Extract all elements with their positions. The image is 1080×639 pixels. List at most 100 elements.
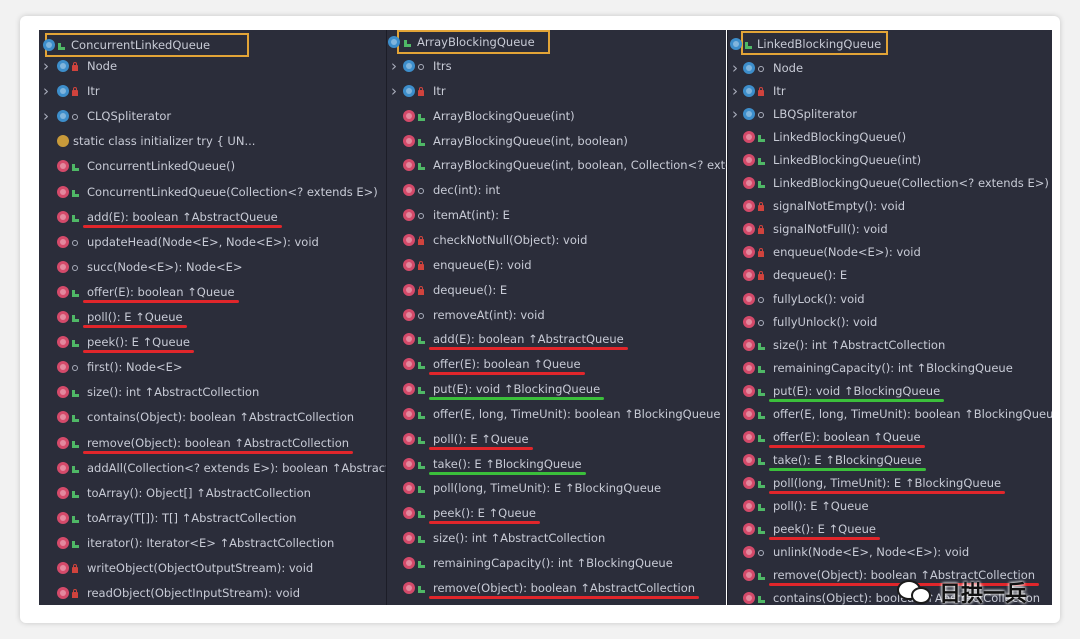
member-row[interactable]: poll(long, TimeUnit): E ↑BlockingQueue bbox=[387, 479, 726, 497]
expand-chevron-icon[interactable]: › bbox=[732, 59, 742, 77]
member-row[interactable]: size(): int ↑AbstractCollection bbox=[39, 383, 386, 401]
member-row[interactable]: dequeue(): E bbox=[387, 281, 726, 299]
member-row[interactable]: signalNotFull(): void bbox=[728, 220, 1052, 238]
method-icon bbox=[743, 292, 755, 305]
member-row[interactable]: offer(E, long, TimeUnit): boolean ↑Block… bbox=[387, 405, 726, 423]
member-row[interactable]: put(E): void ↑BlockingQueue bbox=[728, 382, 1052, 400]
member-row[interactable]: › Node bbox=[728, 59, 1052, 77]
member-row[interactable]: first(): Node<E> bbox=[39, 358, 386, 376]
member-row[interactable]: › Itrs bbox=[387, 57, 726, 75]
member-row[interactable]: remainingCapacity(): int ↑BlockingQueue bbox=[387, 554, 726, 572]
member-row[interactable]: toArray(): Object[] ↑AbstractCollection bbox=[39, 484, 386, 502]
class-icon bbox=[743, 85, 755, 98]
member-row[interactable]: enqueue(E): void bbox=[387, 256, 726, 274]
method-icon bbox=[743, 154, 755, 167]
member-row[interactable]: itemAt(int): E bbox=[387, 206, 726, 224]
member-row[interactable]: ArrayBlockingQueue(int, boolean, Collect… bbox=[387, 156, 726, 174]
public-icon bbox=[418, 387, 425, 395]
red-underline-mark bbox=[429, 372, 585, 376]
member-row[interactable]: signalNotEmpty(): void bbox=[728, 197, 1052, 215]
member-row[interactable]: LinkedBlockingQueue(Collection<? extends… bbox=[728, 174, 1052, 192]
member-row[interactable]: › LBQSpliterator bbox=[728, 105, 1052, 123]
member-label: add(E): boolean ↑AbstractQueue bbox=[433, 332, 624, 347]
member-row[interactable]: ConcurrentLinkedQueue(Collection<? exten… bbox=[39, 183, 386, 201]
member-row[interactable]: offer(E, long, TimeUnit): boolean ↑Block… bbox=[728, 405, 1052, 423]
member-row[interactable]: poll(): E ↑Queue bbox=[728, 497, 1052, 515]
method-icon bbox=[403, 358, 415, 371]
member-row[interactable]: peek(): E ↑Queue bbox=[387, 504, 726, 522]
member-row[interactable]: LinkedBlockingQueue(int) bbox=[728, 151, 1052, 169]
member-row[interactable]: unlink(Node<E>, Node<E>): void bbox=[728, 543, 1052, 561]
member-row[interactable]: peek(): E ↑Queue bbox=[728, 520, 1052, 538]
member-row[interactable]: dec(int): int bbox=[387, 181, 726, 199]
member-row[interactable]: peek(): E ↑Queue bbox=[39, 333, 386, 351]
member-row[interactable]: toArray(T[]): T[] ↑AbstractCollection bbox=[39, 509, 386, 527]
member-row[interactable]: ArrayBlockingQueue(int) bbox=[387, 107, 726, 125]
member-row[interactable]: offer(E): boolean ↑Queue bbox=[728, 428, 1052, 446]
member-label: peek(): E ↑Queue bbox=[773, 522, 876, 536]
member-row[interactable]: remove(Object): boolean ↑AbstractCollect… bbox=[387, 579, 726, 597]
member-row[interactable]: poll(): E ↑Queue bbox=[387, 430, 726, 448]
expand-chevron-icon[interactable]: › bbox=[43, 82, 53, 100]
method-icon bbox=[57, 461, 69, 474]
method-icon bbox=[57, 386, 69, 399]
member-row[interactable]: writeObject(ObjectOutputStream): void bbox=[39, 559, 386, 577]
member-label: poll(long, TimeUnit): E ↑BlockingQueue bbox=[433, 481, 662, 496]
member-row[interactable]: ArrayBlockingQueue(int, boolean) bbox=[387, 132, 726, 150]
member-row[interactable]: readObject(ObjectInputStream): void bbox=[39, 584, 386, 602]
green-underline-mark bbox=[429, 471, 586, 475]
member-row[interactable]: › Itr bbox=[39, 82, 386, 100]
member-row[interactable]: contains(Object): boolean ↑AbstractColle… bbox=[39, 408, 386, 426]
member-row[interactable]: addAll(Collection<? extends E>): boolean… bbox=[39, 459, 386, 477]
expand-chevron-icon[interactable]: › bbox=[732, 105, 742, 123]
member-label: CLQSpliterator bbox=[87, 109, 172, 124]
expand-chevron-icon[interactable]: › bbox=[391, 82, 401, 100]
member-row[interactable]: checkNotNull(Object): void bbox=[387, 231, 726, 249]
member-row[interactable]: offer(E): boolean ↑Queue bbox=[39, 283, 386, 301]
public-icon bbox=[418, 585, 425, 593]
member-row[interactable]: remainingCapacity(): int ↑BlockingQueue bbox=[728, 359, 1052, 377]
member-row[interactable]: ConcurrentLinkedQueue() bbox=[39, 157, 386, 175]
member-row[interactable]: updateHead(Node<E>, Node<E>): void bbox=[39, 233, 386, 251]
method-icon bbox=[57, 260, 69, 273]
public-icon bbox=[418, 337, 425, 345]
member-row[interactable]: › Itr bbox=[387, 82, 726, 100]
member-row[interactable]: › Node bbox=[39, 57, 386, 75]
method-icon bbox=[743, 430, 755, 443]
green-underline-mark bbox=[769, 467, 926, 471]
member-row[interactable]: add(E): boolean ↑AbstractQueue bbox=[387, 330, 726, 348]
member-row[interactable]: fullyUnlock(): void bbox=[728, 313, 1052, 331]
member-row[interactable]: put(E): void ↑BlockingQueue bbox=[387, 380, 726, 398]
member-row[interactable]: removeAt(int): void bbox=[387, 306, 726, 324]
method-icon bbox=[403, 457, 415, 470]
member-row[interactable]: offer(E): boolean ↑Queue bbox=[387, 355, 726, 373]
red-underline-mark bbox=[769, 444, 925, 448]
expand-chevron-icon[interactable]: › bbox=[43, 57, 53, 75]
member-row[interactable]: take(): E ↑BlockingQueue bbox=[387, 455, 726, 473]
package-private-icon bbox=[418, 64, 424, 70]
member-row[interactable]: dequeue(): E bbox=[728, 266, 1052, 284]
member-row[interactable]: remove(Object): boolean ↑AbstractCollect… bbox=[39, 434, 386, 452]
member-row[interactable]: size(): int ↑AbstractCollection bbox=[387, 529, 726, 547]
member-row[interactable]: enqueue(Node<E>): void bbox=[728, 243, 1052, 261]
member-row[interactable]: add(E): boolean ↑AbstractQueue bbox=[39, 208, 386, 226]
member-row[interactable]: LinkedBlockingQueue() bbox=[728, 128, 1052, 146]
expand-chevron-icon[interactable]: › bbox=[391, 57, 401, 75]
method-icon bbox=[403, 581, 415, 594]
member-row[interactable]: size(): int ↑AbstractCollection bbox=[728, 336, 1052, 354]
member-row[interactable]: take(): E ↑BlockingQueue bbox=[728, 451, 1052, 469]
member-row[interactable]: poll(): E ↑Queue bbox=[39, 308, 386, 326]
expand-chevron-icon[interactable]: › bbox=[732, 82, 742, 100]
member-row[interactable]: iterator(): Iterator<E> ↑AbstractCollect… bbox=[39, 534, 386, 552]
member-row[interactable]: poll(long, TimeUnit): E ↑BlockingQueue bbox=[728, 474, 1052, 492]
member-row[interactable]: fullyLock(): void bbox=[728, 290, 1052, 308]
public-icon bbox=[758, 480, 765, 488]
red-underline-mark bbox=[769, 537, 880, 540]
member-row[interactable]: › CLQSpliterator bbox=[39, 107, 386, 125]
member-row[interactable]: › Itr bbox=[728, 82, 1052, 100]
member-row[interactable]: succ(Node<E>): Node<E> bbox=[39, 258, 386, 276]
red-underline-mark bbox=[83, 450, 353, 454]
expand-chevron-icon[interactable]: › bbox=[43, 107, 53, 125]
private-lock-icon bbox=[72, 564, 78, 573]
member-row[interactable]: static class initializer try { UN... bbox=[39, 132, 386, 150]
